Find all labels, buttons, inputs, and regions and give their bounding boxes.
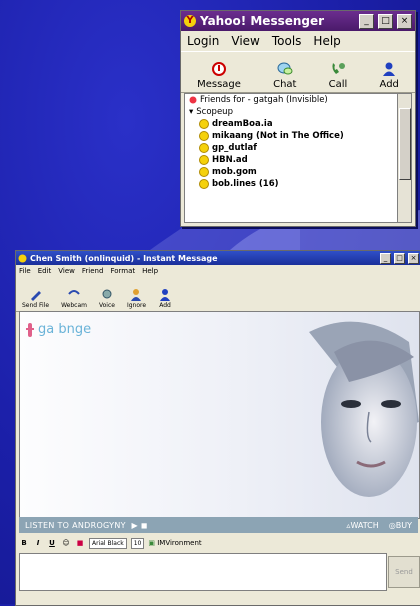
androgyny-ad-image [309,321,419,497]
im-window: Chen Smith (onlinquid) - Instant Message… [15,250,420,606]
underline-button[interactable]: U [47,538,57,548]
send-file-button[interactable]: Send File [22,288,49,309]
smiley-icon [199,155,209,165]
menu-friend[interactable]: Friend [82,267,104,275]
emoticon-icon[interactable]: ☺ [61,538,71,548]
menu-help[interactable]: Help [313,34,340,48]
yahoo-logo-icon: Y [184,15,196,27]
list-item[interactable]: gp_dutlaf [185,142,397,154]
expand-arrow-icon: ▾ [189,107,194,117]
menu-file[interactable]: File [19,267,31,275]
smiley-icon [199,119,209,129]
add-button[interactable]: Add [380,61,399,90]
close-button[interactable]: × [397,13,412,29]
group-row[interactable]: ▾ Scopeup [185,106,397,118]
list-item[interactable]: bob.lines (16) [185,178,397,190]
voice-icon [102,289,112,299]
im-title: Chen Smith (onlinquid) - Instant Message [30,253,218,263]
im-close-button[interactable]: × [408,252,419,264]
menu-help[interactable]: Help [142,267,158,275]
ignore-button[interactable]: Ignore [127,288,146,309]
ad-listen-text[interactable]: LISTEN TO ANDROGYNY ▶ ◼ [25,521,346,530]
buy-icon: ◎ [388,520,396,530]
messenger-window: Y Yahoo! Messenger _ □ × Login View Tool… [180,10,416,227]
minimize-button[interactable]: _ [359,13,374,29]
play-icon[interactable]: ▶ ◼ [129,521,148,530]
messenger-title: Yahoo! Messenger [200,14,325,28]
message-icon [212,62,226,76]
smiley-icon [199,143,209,153]
add-icon [383,62,396,76]
im-title-bar[interactable]: Chen Smith (onlinquid) - Instant Message… [16,251,420,265]
imvironment-icon: ▣ [148,539,155,547]
ad-buy-link[interactable]: ◎BUY [389,521,412,530]
maximize-button[interactable]: □ [378,13,393,29]
ad-watch-link[interactable]: ▵WATCH [346,521,378,530]
messenger-toolbar: Message Chat Call Add [181,51,415,93]
color-icon[interactable]: ■ [75,538,85,548]
friends-list[interactable]: Friends for - gatgah (Invisible) ▾ Scope… [184,93,398,223]
smiley-icon [199,179,209,189]
imvironment-button[interactable]: ▣ IMVironment [148,539,201,547]
menu-format[interactable]: Format [110,267,135,275]
yahoo-smiley-icon [18,254,27,262]
messenger-title-bar[interactable]: Y Yahoo! Messenger _ □ × [181,11,415,31]
friends-scrollbar[interactable] [397,93,412,223]
menu-tools[interactable]: Tools [272,34,302,48]
im-toolbar: Send File Webcam Voice Ignore Add [16,277,420,312]
chat-button[interactable]: Chat [273,61,296,90]
webcam-icon [68,290,80,295]
webcam-button[interactable]: Webcam [61,288,87,309]
send-file-icon [30,291,41,301]
send-button[interactable]: Send [388,556,420,588]
list-item[interactable]: mob.gom [185,166,397,178]
im-add-button[interactable]: Add [158,288,172,309]
smiley-icon [199,167,209,177]
list-item[interactable]: mikaang (Not in The Office) [185,130,397,142]
message-history[interactable]: ga bnge [19,311,420,519]
chat-user: ga bnge [26,322,91,337]
menu-edit[interactable]: Edit [38,267,52,275]
message-button[interactable]: Message [197,61,241,90]
add-icon [160,289,171,301]
chat-icon [277,62,293,75]
chat-username: ga bnge [38,322,92,337]
call-button[interactable]: Call [329,61,347,90]
smiley-icon [199,131,209,141]
font-size-select[interactable]: 10 [130,537,145,549]
message-input[interactable] [19,553,387,591]
user-figure-icon [26,322,34,337]
italic-button[interactable]: I [33,538,43,548]
menu-view[interactable]: View [231,34,259,48]
call-icon [332,63,345,74]
format-toolbar: B I U ☺ ■ Arial Black 10 ▣ IMVironment [19,536,418,550]
list-item[interactable]: HBN.ad [185,154,397,166]
status-icon [189,96,197,104]
ignore-icon [131,289,142,301]
messenger-menu-bar: Login View Tools Help [181,31,415,51]
scroll-thumb[interactable] [399,108,411,180]
im-maximize-button[interactable]: □ [394,252,405,264]
font-select[interactable]: Arial Black [89,537,127,549]
friends-header: Friends for - gatgah (Invisible) [185,94,397,106]
im-minimize-button[interactable]: _ [380,252,391,264]
bold-button[interactable]: B [19,538,29,548]
voice-button[interactable]: Voice [99,288,115,309]
menu-login[interactable]: Login [187,34,219,48]
im-menu-bar: File Edit View Friend Format Help [16,265,420,277]
ad-bar[interactable]: LISTEN TO ANDROGYNY ▶ ◼ ▵WATCH ◎BUY [19,517,418,533]
list-item[interactable]: dreamBoa.ia [185,118,397,130]
menu-view[interactable]: View [58,267,75,275]
